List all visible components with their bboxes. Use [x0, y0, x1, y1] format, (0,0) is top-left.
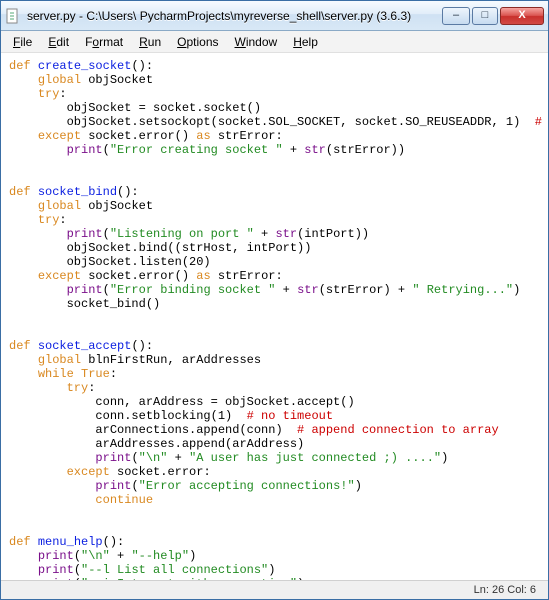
code-line: global blnFirstRun, arAddresses — [9, 353, 548, 367]
menu-label: ile — [20, 35, 32, 49]
maximize-button[interactable]: □ — [472, 7, 498, 25]
code-line: global objSocket — [9, 199, 548, 213]
minimize-button[interactable]: – — [442, 7, 470, 25]
menu-label: un — [148, 35, 161, 49]
menu-label: elp — [302, 35, 318, 49]
menu-label: indow — [246, 35, 277, 49]
code-line: arConnections.append(conn) # append conn… — [9, 423, 548, 437]
menu-run[interactable]: Run — [131, 33, 169, 51]
code-line: continue — [9, 493, 548, 507]
code-line: socket_bind() — [9, 297, 548, 311]
code-line: def create_socket(): — [9, 59, 548, 73]
cursor-position: Ln: 26 Col: 6 — [474, 584, 536, 596]
close-button[interactable]: X — [500, 7, 544, 25]
close-icon: X — [518, 10, 525, 21]
code-line: print("Error creating socket " + str(str… — [9, 143, 548, 157]
code-line: conn, arAddress = objSocket.accept() — [9, 395, 548, 409]
code-editor[interactable]: def create_socket(): global objSocket tr… — [1, 53, 548, 580]
code-line — [9, 311, 548, 325]
code-line: print("Error binding socket " + str(strE… — [9, 283, 548, 297]
code-line: try: — [9, 381, 548, 395]
code-line: objSocket.setsockopt(socket.SOL_SOCKET, … — [9, 115, 548, 129]
window-title: server.py - C:\Users\ PycharmProjects\my… — [27, 9, 442, 23]
menu-underline: R — [139, 35, 148, 49]
code-line — [9, 157, 548, 171]
menu-options[interactable]: Options — [169, 33, 226, 51]
code-line: while True: — [9, 367, 548, 381]
menu-label: dit — [56, 35, 69, 49]
maximize-icon: □ — [482, 10, 489, 21]
code-line: print("Listening on port " + str(intPort… — [9, 227, 548, 241]
code-line: except socket.error: — [9, 465, 548, 479]
code-line: try: — [9, 87, 548, 101]
menu-underline: W — [235, 35, 246, 49]
code-line — [9, 325, 548, 339]
code-line: objSocket = socket.socket() — [9, 101, 548, 115]
code-line: print("\n" + "--help") — [9, 549, 548, 563]
code-line: except socket.error() as strError: — [9, 129, 548, 143]
menu-file[interactable]: File — [5, 33, 40, 51]
code-line: def socket_bind(): — [9, 185, 548, 199]
code-line: print("--l List all connections") — [9, 563, 548, 577]
status-bar: Ln: 26 Col: 6 — [1, 580, 548, 599]
code-line: try: — [9, 213, 548, 227]
menu-format[interactable]: Format — [77, 33, 131, 51]
code-line — [9, 171, 548, 185]
menu-label: rmat — [99, 35, 123, 49]
menu-label: ptions — [186, 35, 218, 49]
code-line: print("Error accepting connections!") — [9, 479, 548, 493]
python-file-icon — [5, 8, 21, 24]
menu-edit[interactable]: Edit — [40, 33, 77, 51]
code-line: except socket.error() as strError: — [9, 269, 548, 283]
title-bar: server.py - C:\Users\ PycharmProjects\my… — [1, 1, 548, 31]
code-line: conn.setblocking(1) # no timeout — [9, 409, 548, 423]
minimize-icon: – — [453, 10, 459, 21]
code-line — [9, 521, 548, 535]
code-line: print("\n" + "A user has just connected … — [9, 451, 548, 465]
code-line: def socket_accept(): — [9, 339, 548, 353]
menu-window[interactable]: Window — [227, 33, 286, 51]
menu-help[interactable]: Help — [285, 33, 326, 51]
menu-bar: File Edit Format Run Options Window Help — [1, 31, 548, 53]
code-line: objSocket.bind((strHost, intPort)) — [9, 241, 548, 255]
menu-underline: H — [293, 35, 302, 49]
code-line: arAddresses.append(arAddress) — [9, 437, 548, 451]
code-line: def menu_help(): — [9, 535, 548, 549]
window-controls: – □ X — [442, 7, 544, 25]
code-line: global objSocket — [9, 73, 548, 87]
code-line: objSocket.listen(20) — [9, 255, 548, 269]
code-line — [9, 507, 548, 521]
